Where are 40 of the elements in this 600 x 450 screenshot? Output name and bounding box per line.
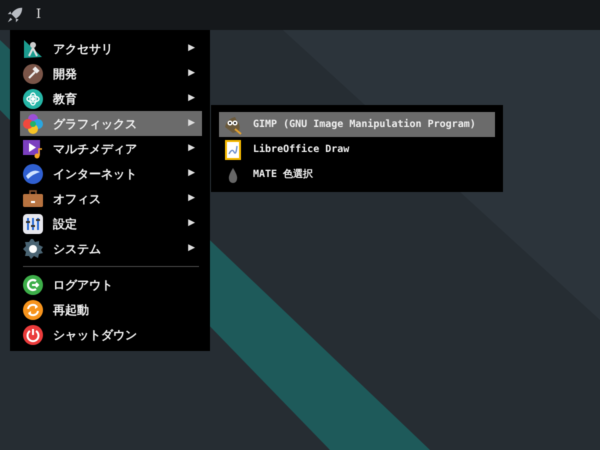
globe-icon xyxy=(23,164,43,184)
sliders-icon xyxy=(23,214,43,234)
menu-item[interactable]: GIMP (GNU Image Manipulation Program) xyxy=(219,112,495,137)
submenu-arrow: ▶ xyxy=(188,192,196,205)
logout-icon xyxy=(23,274,43,294)
menu-item[interactable]: 開発 ▶ xyxy=(20,61,202,86)
petals-icon xyxy=(23,114,43,134)
gear-icon xyxy=(23,238,43,258)
submenu-arrow: ▶ xyxy=(188,116,196,130)
menu-item[interactable]: 教育 ▶ xyxy=(20,86,202,111)
drawing-document-icon xyxy=(223,140,243,160)
submenu-arrow: ▶ xyxy=(188,92,196,105)
submenu-arrow: ▶ xyxy=(188,242,196,255)
rocket-icon[interactable] xyxy=(6,6,24,24)
menu-item[interactable]: 設定 ▶ xyxy=(20,211,202,236)
atom-icon xyxy=(23,88,43,108)
menu-item[interactable]: アクセサリ ▶ xyxy=(20,36,202,61)
submenu-arrow: ▶ xyxy=(188,216,196,230)
film-music-icon xyxy=(23,138,43,158)
submenu-arrow: ▶ xyxy=(188,142,196,155)
submenu-arrow: ▶ xyxy=(188,66,196,80)
menu-item[interactable]: マルチメディア ▶ xyxy=(20,136,202,161)
menu-item[interactable]: グラフィックス ▶ xyxy=(20,111,202,136)
refresh-icon xyxy=(23,300,43,320)
submenu-arrow: ▶ xyxy=(188,166,196,180)
menu-item[interactable]: LibreOffice Draw xyxy=(219,137,495,162)
submenu-arrow: ▶ xyxy=(188,42,196,55)
menu-item[interactable]: インターネット ▶ xyxy=(20,161,202,186)
menu-item[interactable]: 再起動 xyxy=(20,297,202,322)
menu-item[interactable]: シャットダウン xyxy=(20,322,202,347)
mascot-icon xyxy=(223,114,243,134)
menu-item[interactable]: ログアウト xyxy=(20,272,202,297)
hammer-icon xyxy=(23,64,43,84)
drafting-tools-icon xyxy=(23,38,43,58)
menu-item[interactable]: システム ▶ xyxy=(20,236,202,261)
briefcase-icon xyxy=(23,188,43,208)
menu-item[interactable]: オフィス ▶ xyxy=(20,186,202,211)
menu-item[interactable]: MATE 色選択 xyxy=(219,162,495,187)
power-icon xyxy=(23,324,43,344)
panel-text: I xyxy=(36,6,42,24)
